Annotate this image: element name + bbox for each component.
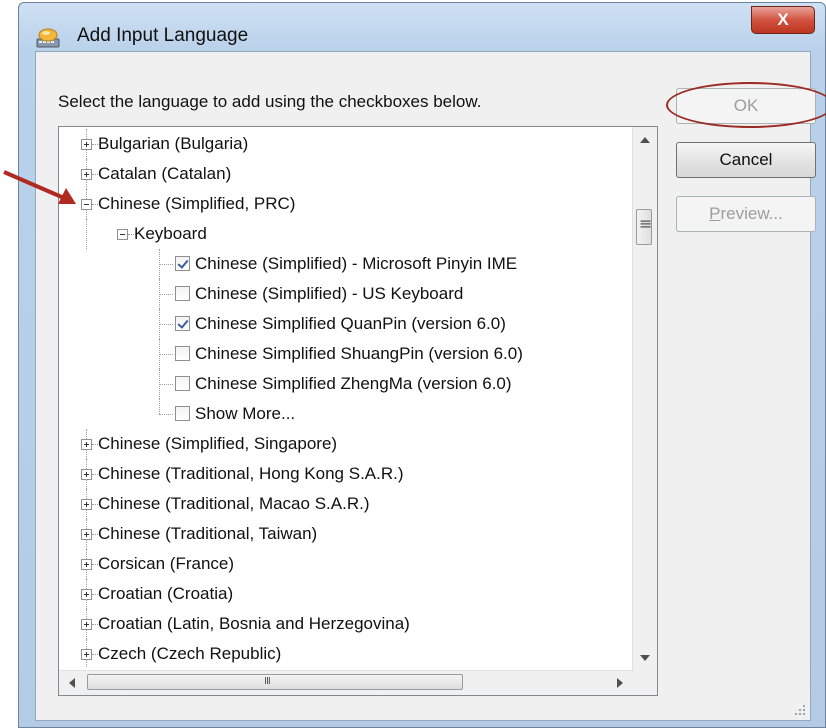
resize-grip-icon[interactable] [794, 704, 806, 716]
tree-item-label: Catalan (Catalan) [98, 164, 232, 183]
tree-item-label: Croatian (Latin, Bosnia and Herzegovina) [98, 614, 410, 633]
expand-icon[interactable] [81, 139, 92, 150]
tree-node-language[interactable]: Czech (Czech Republic) [59, 639, 633, 667]
close-button[interactable]: X [751, 6, 815, 34]
tree-connector-line [159, 399, 160, 414]
scrollbar-corner [633, 671, 657, 695]
tree-item-label: Chinese (Traditional, Taiwan) [98, 524, 318, 543]
tree-connector-line [159, 354, 173, 355]
checkbox-checked[interactable] [175, 256, 190, 271]
tree-item-label: Chinese (Traditional, Hong Kong S.A.R.) [98, 464, 404, 483]
expand-icon[interactable] [81, 589, 92, 600]
tree-item-label: Chinese (Simplified) - Microsoft Pinyin … [195, 254, 518, 273]
dialog-client-area: Select the language to add using the che… [35, 51, 826, 721]
preview-button[interactable]: Preview... [676, 196, 816, 232]
scroll-left-icon[interactable] [69, 678, 75, 688]
tree-item-label: Czech (Czech Republic) [98, 644, 282, 663]
cancel-button[interactable]: Cancel [676, 142, 816, 178]
tree-item-label: Chinese Simplified QuanPin (version 6.0) [195, 314, 506, 333]
checkbox-unchecked[interactable] [175, 406, 190, 421]
tree-connector-line [159, 414, 173, 415]
tree-connector-line [159, 324, 173, 325]
tree-connector-line [159, 264, 173, 265]
tree-item-label: Corsican (France) [98, 554, 235, 573]
checkbox-unchecked[interactable] [175, 286, 190, 301]
tree-connector-line [159, 339, 160, 369]
tree-node-language[interactable]: Chinese (Traditional, Macao S.A.R.) [59, 489, 633, 519]
tree-item-label: Bulgarian (Bulgaria) [98, 134, 249, 153]
expand-icon[interactable] [81, 439, 92, 450]
vertical-scrollbar[interactable] [632, 127, 657, 671]
vertical-scroll-thumb[interactable] [636, 209, 652, 245]
scroll-right-icon[interactable] [617, 678, 623, 688]
tree-node-language[interactable]: Catalan (Catalan) [59, 159, 633, 189]
tree-item-label: Chinese (Traditional, Macao S.A.R.) [98, 494, 370, 513]
expand-icon[interactable] [81, 469, 92, 480]
ok-button[interactable]: OK [676, 88, 816, 124]
dialog-window: Add Input Language X Select the language… [18, 2, 826, 728]
expand-icon[interactable] [81, 649, 92, 660]
tree-item-label: Croatian (Croatia) [98, 584, 234, 603]
tree-item-input-method[interactable]: Chinese Simplified ZhengMa (version 6.0) [59, 369, 633, 399]
expand-icon[interactable] [81, 619, 92, 630]
tree-connector-line [159, 249, 160, 279]
collapse-icon[interactable] [81, 199, 92, 210]
tree-item-input-method[interactable]: Chinese Simplified ShuangPin (version 6.… [59, 339, 633, 369]
tree-item-label: Show More... [195, 404, 296, 423]
scroll-down-icon[interactable] [640, 655, 650, 661]
scroll-up-icon[interactable] [640, 137, 650, 143]
keyboard-language-icon [36, 28, 60, 48]
tree-node-language[interactable]: Corsican (France) [59, 549, 633, 579]
preview-accelerator: P [709, 204, 721, 223]
tree-rows: Bulgarian (Bulgaria) Catalan (Catalan) Chi… [59, 127, 633, 667]
language-tree[interactable]: Bulgarian (Bulgaria) Catalan (Catalan) Chi… [58, 126, 658, 696]
tree-node-language[interactable]: Chinese (Simplified, PRC) [59, 189, 633, 219]
tree-item-label: Chinese Simplified ShuangPin (version 6.… [195, 344, 523, 363]
window-title: Add Input Language [77, 25, 249, 46]
annotation-arrow-icon [3, 170, 76, 204]
expand-icon[interactable] [81, 169, 92, 180]
expand-icon[interactable] [81, 529, 92, 540]
tree-item-label: Chinese (Simplified, Singapore) [98, 434, 338, 453]
tree-item-input-method[interactable]: Chinese Simplified QuanPin (version 6.0) [59, 309, 633, 339]
tree-node-language[interactable]: Bulgarian (Bulgaria) [59, 129, 633, 159]
tree-connector-line [159, 309, 160, 339]
tree-connector-line [159, 384, 173, 385]
preview-label: review... [720, 204, 783, 223]
checkbox-checked[interactable] [175, 316, 190, 331]
expand-icon[interactable] [81, 499, 92, 510]
tree-connector-line [159, 369, 160, 399]
tree-connector-line [159, 279, 160, 309]
tree-item-label: Chinese (Simplified) - US Keyboard [195, 284, 464, 303]
tree-item-input-method[interactable]: Show More... [59, 399, 633, 429]
horizontal-scrollbar[interactable] [59, 670, 633, 695]
tree-node-language[interactable]: Chinese (Simplified, Singapore) [59, 429, 633, 459]
tree-connector-line [86, 219, 87, 249]
tree-node-language[interactable]: Chinese (Traditional, Hong Kong S.A.R.) [59, 459, 633, 489]
checkbox-unchecked[interactable] [175, 376, 190, 391]
expand-icon[interactable] [81, 559, 92, 570]
collapse-icon[interactable] [117, 229, 128, 240]
tree-item-input-method[interactable]: Chinese (Simplified) - US Keyboard [59, 279, 633, 309]
tree-node-language[interactable]: Croatian (Croatia) [59, 579, 633, 609]
tree-item-label: Chinese (Simplified, PRC) [98, 194, 296, 213]
tree-item-label: Keyboard [134, 224, 207, 243]
horizontal-scroll-thumb[interactable] [87, 674, 463, 690]
tree-connector-line [159, 294, 173, 295]
instruction-text: Select the language to add using the che… [58, 92, 482, 111]
tree-node-language[interactable]: Croatian (Latin, Bosnia and Herzegovina) [59, 609, 633, 639]
checkbox-unchecked[interactable] [175, 346, 190, 361]
tree-item-input-method[interactable]: Chinese (Simplified) - Microsoft Pinyin … [59, 249, 633, 279]
tree-node-keyboard[interactable]: Keyboard [59, 219, 633, 249]
tree-item-label: Chinese Simplified ZhengMa (version 6.0) [195, 374, 512, 393]
tree-node-language[interactable]: Chinese (Traditional, Taiwan) [59, 519, 633, 549]
